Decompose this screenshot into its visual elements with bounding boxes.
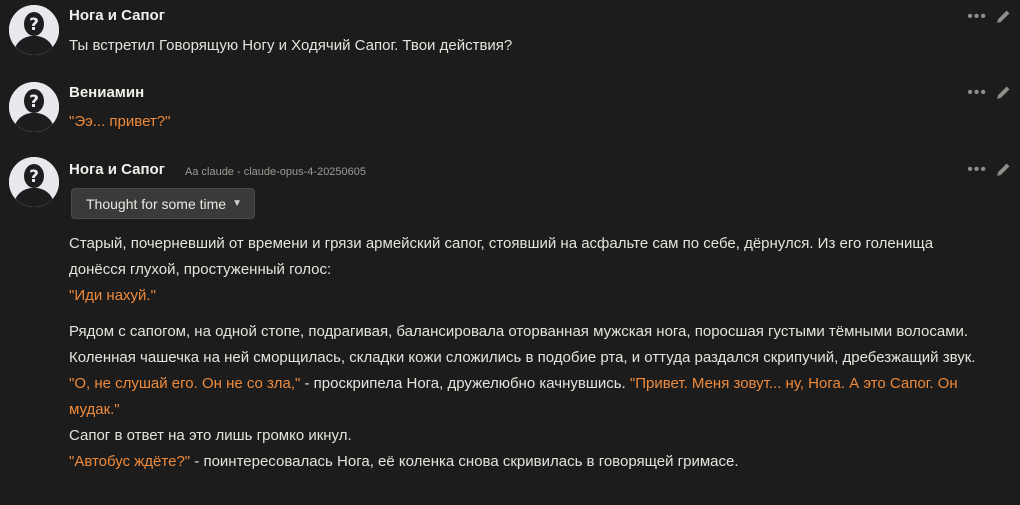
message-author: Нога и Сапог <box>69 161 165 178</box>
avatar[interactable]: ? <box>9 157 59 207</box>
message-paragraph: Рядом с сапогом, на одной стопе, подраги… <box>69 323 976 366</box>
avatar[interactable]: ? <box>9 82 59 132</box>
chat-container: ? Нога и Сапог ••• Ты встретил Говорящую… <box>0 0 1020 505</box>
message-body: "Ээ... привет?" <box>69 109 984 135</box>
more-options-icon[interactable]: ••• <box>967 161 987 177</box>
thought-toggle-button[interactable]: Thought for some time ▼ <box>71 188 255 219</box>
pencil-icon[interactable] <box>995 161 1012 178</box>
message-paragraph: Старый, почерневший от времени и грязи а… <box>69 235 934 278</box>
message-actions: ••• <box>967 8 1012 25</box>
more-options-icon[interactable]: ••• <box>967 84 987 100</box>
chevron-down-icon: ▼ <box>232 198 242 209</box>
message-author: Вениамин <box>69 84 145 101</box>
message-paragraph: "Ээ... привет?" <box>69 113 171 130</box>
more-options-icon[interactable]: ••• <box>967 8 987 24</box>
message-actions: ••• <box>967 84 1012 101</box>
message-body: Старый, почерневший от времени и грязи а… <box>69 231 984 475</box>
thought-toggle-label: Thought for some time <box>86 195 227 212</box>
message-author: Нога и Сапог <box>69 7 165 24</box>
avatar-silhouette-icon: ? <box>9 157 59 207</box>
message-paragraph: "О, не слушай его. Он не со зла," - прос… <box>69 375 958 418</box>
avatar-silhouette-icon: ? <box>9 82 59 132</box>
message-paragraph: Ты встретил Говорящую Ногу и Ходячий Сап… <box>69 37 513 54</box>
svg-text:?: ? <box>29 92 39 112</box>
svg-text:?: ? <box>29 167 39 187</box>
pencil-icon[interactable] <box>995 84 1012 101</box>
message-body: Ты встретил Говорящую Ногу и Ходячий Сап… <box>69 33 984 59</box>
message-paragraph: "Иди нахуй." <box>69 287 156 304</box>
avatar-silhouette-icon: ? <box>9 5 59 55</box>
avatar[interactable]: ? <box>9 5 59 55</box>
message-paragraph: Сапог в ответ на это лишь громко икнул. <box>69 427 352 444</box>
model-info: Aa claude - claude-opus-4-20250605 <box>185 166 367 178</box>
pencil-icon[interactable] <box>995 8 1012 25</box>
svg-text:?: ? <box>29 15 39 35</box>
message-actions: ••• <box>967 161 1012 178</box>
message-paragraph: "Автобус ждёте?" - поинтересовалась Нога… <box>69 453 739 470</box>
